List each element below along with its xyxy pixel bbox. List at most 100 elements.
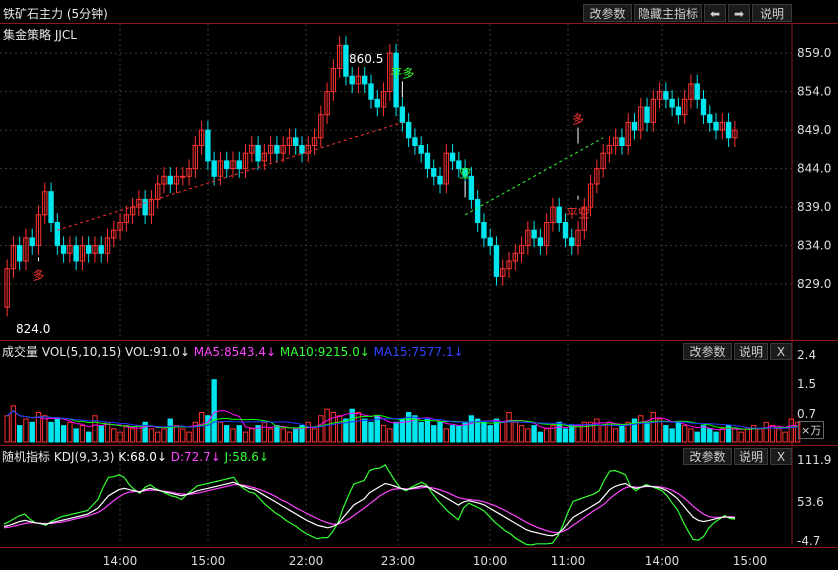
volume-bar: [167, 418, 173, 443]
time-tick-label: 10:00: [473, 554, 508, 568]
kdj-change-params-button[interactable]: 改参数: [683, 448, 732, 465]
signal-label: 平空: [566, 207, 590, 221]
signal-label: 空: [459, 166, 471, 180]
volume-bar: [694, 431, 700, 443]
volume-bar: [286, 431, 293, 443]
price-tick-label: 859.0: [797, 46, 831, 60]
time-tick-label: 22:00: [289, 554, 324, 568]
volume-bar: [543, 428, 550, 443]
candle-body: [142, 198, 148, 216]
kdj-d-line: [3, 484, 736, 534]
candle-body: [60, 245, 67, 254]
low-price-label: 824.0: [16, 322, 51, 336]
volume-bar: [644, 421, 650, 443]
candle-body: [205, 129, 211, 162]
volume-bar: [675, 421, 682, 443]
candle-body: [713, 121, 719, 131]
volume-bar: [738, 431, 744, 443]
candle-body: [368, 83, 374, 100]
volume-bar: [707, 428, 713, 443]
volume-bar: [719, 428, 726, 443]
volume-bar: [274, 425, 280, 443]
candle-body: [98, 245, 104, 254]
volume-bar: [242, 431, 249, 443]
volume-bar: [713, 431, 719, 443]
price-tick-label: 834.0: [797, 239, 831, 253]
volume-bar: [362, 418, 368, 443]
volume-bar: [249, 428, 255, 443]
time-tick-label: 14:00: [645, 554, 680, 568]
candle-body: [412, 137, 418, 147]
volume-bar: [456, 425, 462, 443]
volume-bar: [732, 428, 738, 443]
candle-body: [16, 245, 23, 262]
ma10-value: MA10:9215.0↓: [279, 345, 370, 359]
volume-bar: [92, 415, 98, 443]
volume-bar: [757, 428, 763, 443]
volume-bar: [782, 431, 788, 443]
volume-bar: [537, 431, 544, 443]
kdj-label: 随机指标: [2, 450, 51, 464]
volume-close-button[interactable]: X: [770, 343, 792, 360]
kdj-close-button[interactable]: X: [770, 448, 792, 465]
k-value: K:68.0↓: [118, 450, 167, 464]
volume-bar: [4, 415, 10, 443]
candle-body: [725, 121, 732, 139]
price-tick-label: 839.0: [797, 200, 831, 214]
price-tick-label: 829.0: [797, 277, 831, 291]
volume-bar: [594, 418, 600, 443]
volume-bar: [217, 421, 224, 443]
volume-bar: [23, 418, 29, 443]
candle-body: [274, 145, 280, 154]
signal-label: 多: [572, 113, 584, 127]
volume-bar: [506, 411, 512, 443]
candle-body: [644, 106, 650, 123]
ma5-value: MA5:8543.4↓: [193, 345, 277, 359]
volume-bar: [318, 415, 324, 443]
time-tick-label: 15:00: [191, 554, 226, 568]
candle-body: [694, 83, 700, 100]
volume-title: 成交量 VOL(5,10,15) VOL:91.0↓ MA5:8543.4↓ M…: [2, 343, 464, 360]
volume-help-button[interactable]: 说明: [734, 343, 768, 360]
volume-bar: [349, 408, 355, 443]
volume-bar: [512, 421, 518, 443]
candle-body: [474, 198, 481, 223]
volume-value: VOL:91.0↓: [124, 345, 190, 359]
trend-line: [57, 121, 403, 231]
candle-body: [431, 168, 437, 177]
time-tick-label: 14:00: [103, 554, 138, 568]
volume-bar: [763, 421, 769, 443]
volume-ytick: 2.4: [797, 348, 817, 362]
candle-body: [556, 206, 562, 224]
volume-bar: [669, 428, 675, 443]
price-tick-label: 844.0: [797, 162, 831, 176]
candle-body: [73, 245, 79, 262]
kdj-indicator: KDJ(9,3,3): [53, 450, 115, 464]
volume-change-params-button[interactable]: 改参数: [683, 343, 732, 360]
kdj-k-line: [3, 481, 736, 537]
volume-bar: [518, 425, 525, 443]
volume-bar: [211, 379, 217, 443]
candle-body: [54, 222, 61, 247]
candle-body: [211, 160, 217, 177]
volume-bar: [562, 428, 569, 443]
volume-bar: [387, 428, 393, 443]
volume-bar: [638, 415, 644, 443]
price-tick-label: 854.0: [797, 85, 831, 99]
volume-bar: [744, 428, 751, 443]
volume-bar: [224, 425, 230, 443]
volume-bar: [600, 425, 606, 443]
volume-bar: [776, 428, 782, 443]
volume-bar: [48, 421, 54, 443]
volume-bar: [155, 431, 161, 443]
volume-bar: [305, 421, 311, 443]
volume-bar: [424, 418, 431, 443]
kdj-help-button[interactable]: 说明: [734, 448, 768, 465]
volume-bar: [261, 421, 268, 443]
candle-body: [631, 121, 638, 131]
candle-body: [418, 145, 424, 154]
volume-bar: [449, 425, 456, 443]
volume-bar: [681, 425, 688, 443]
volume-bar: [431, 425, 437, 443]
volume-bar: [230, 428, 236, 443]
